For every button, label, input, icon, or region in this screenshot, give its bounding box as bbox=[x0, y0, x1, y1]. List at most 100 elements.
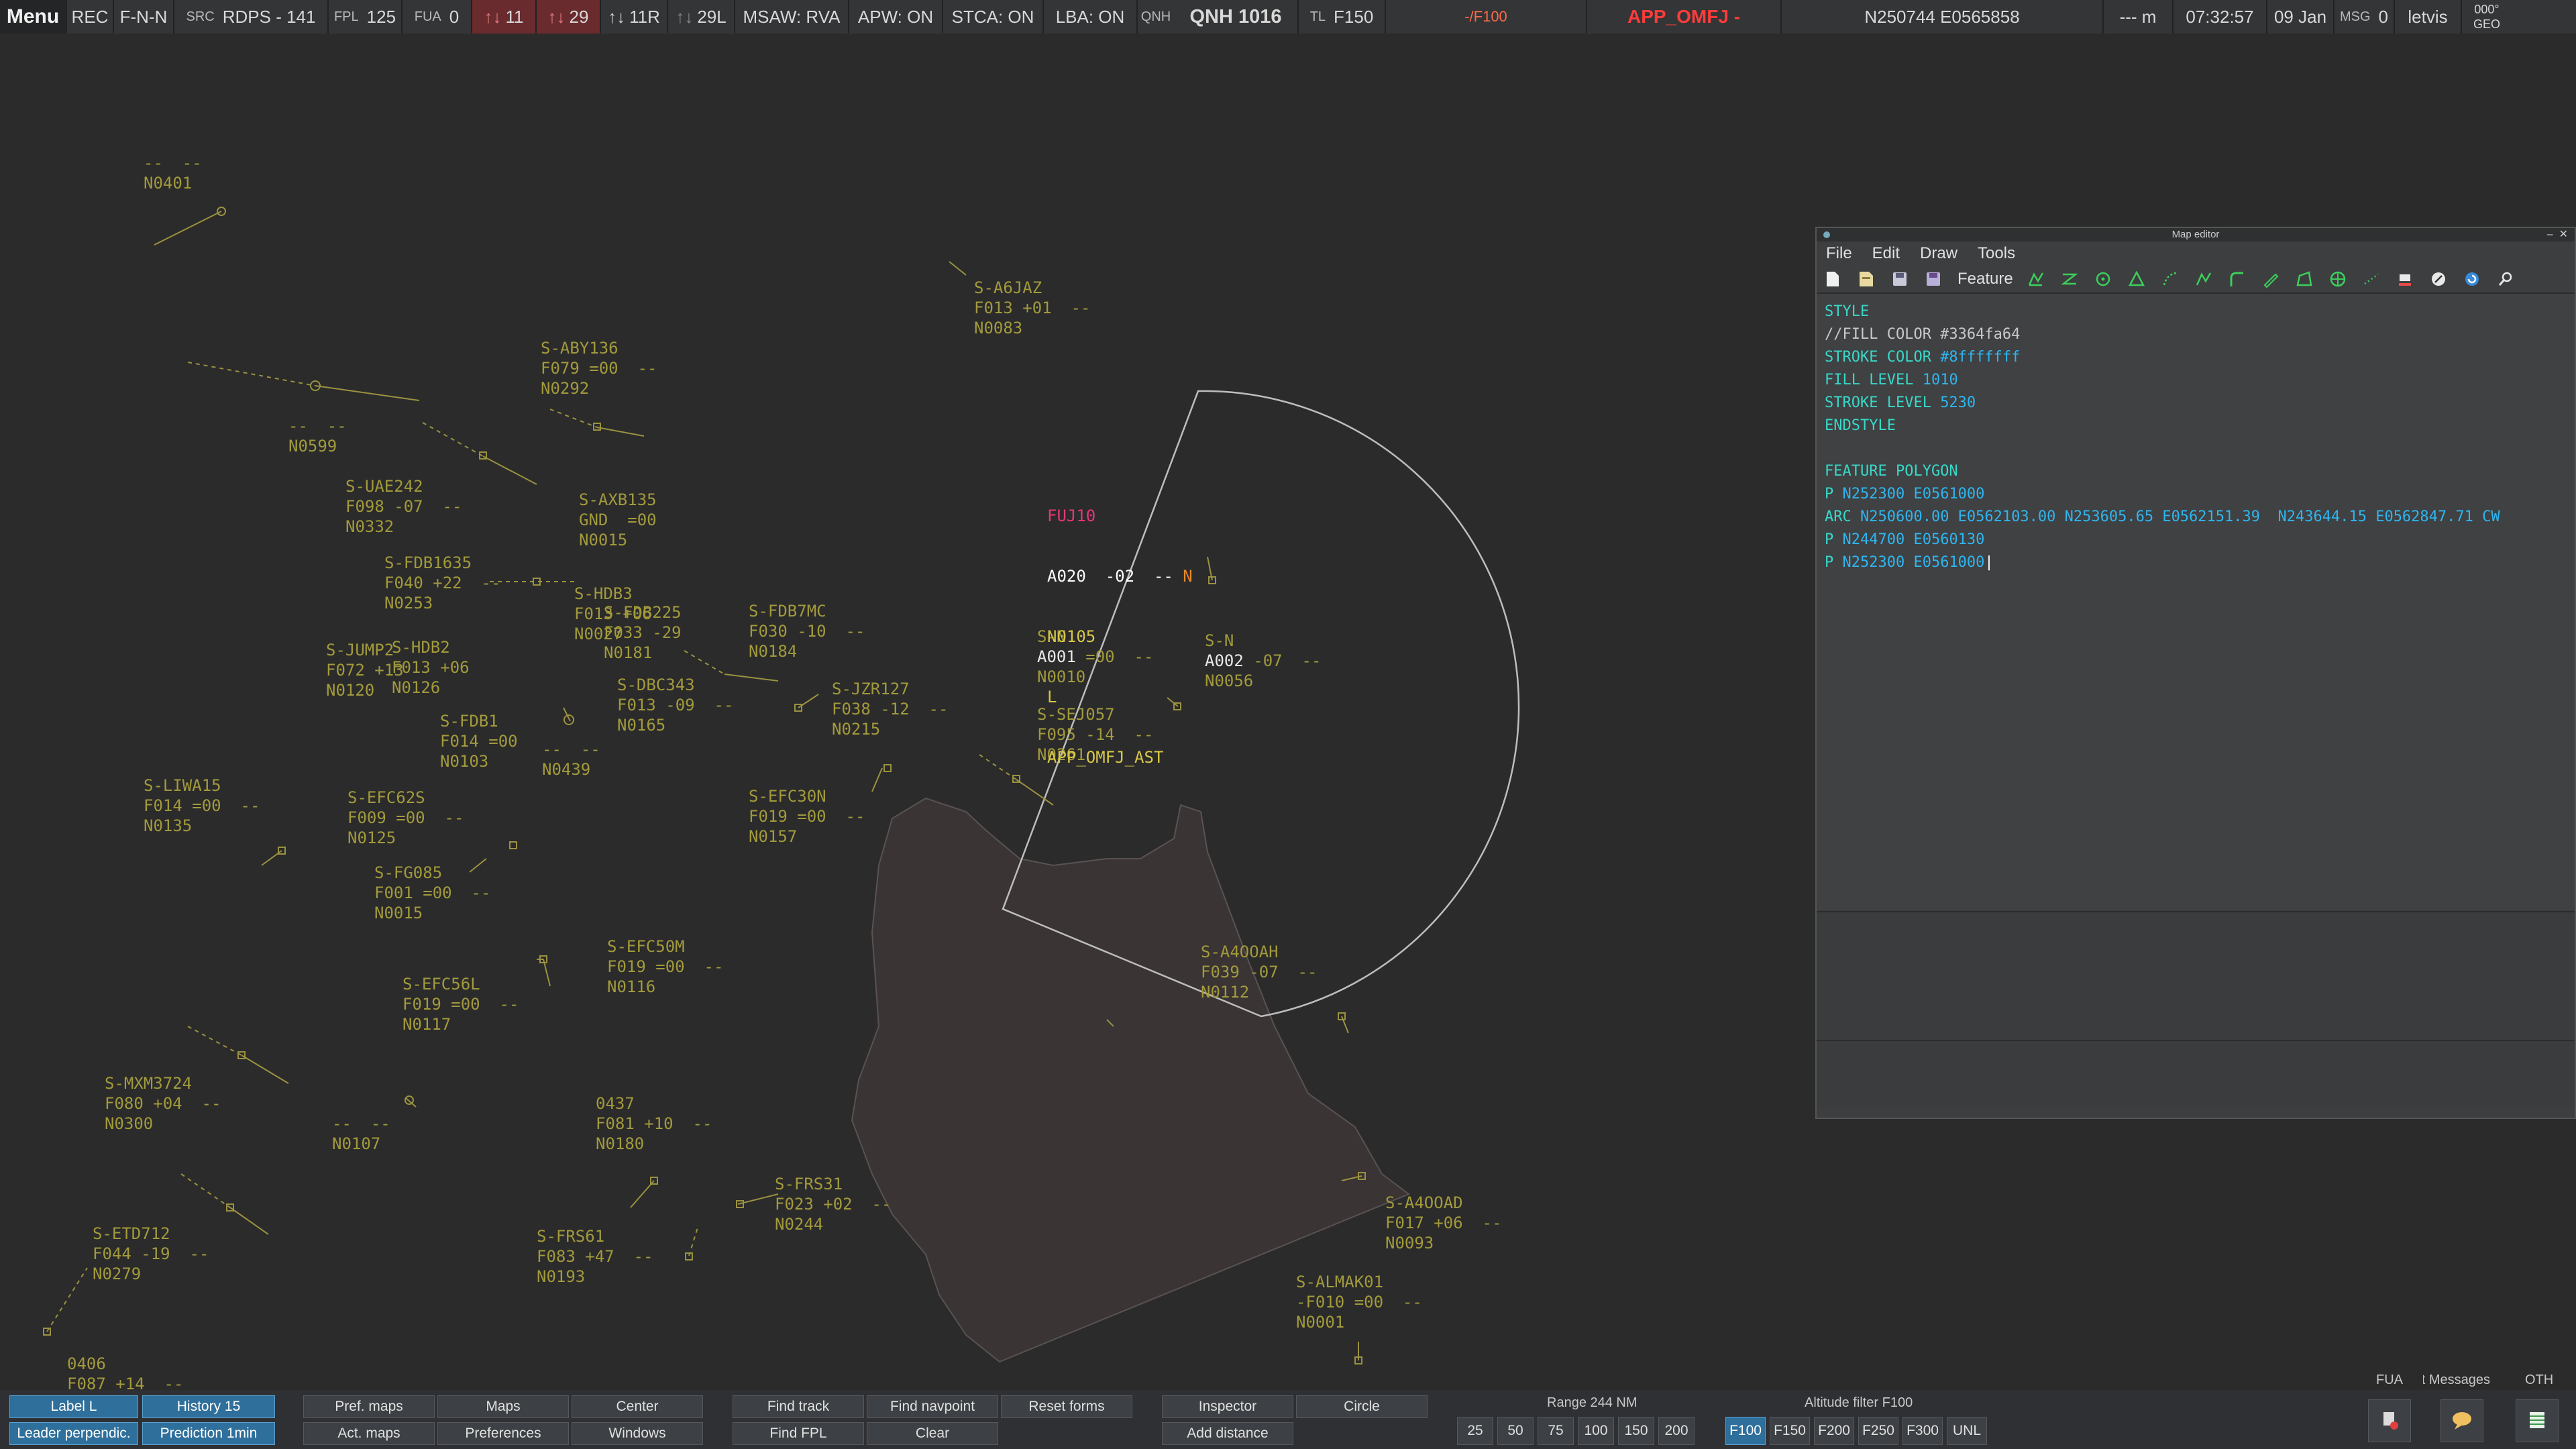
apw-indicator[interactable]: APW: ON bbox=[849, 0, 943, 34]
windows-button[interactable]: Windows bbox=[572, 1422, 703, 1445]
label-l-button[interactable]: Label L bbox=[9, 1395, 138, 1418]
find-fpl-button[interactable]: Find FPL bbox=[733, 1422, 864, 1445]
add-distance-button[interactable]: Add distance bbox=[1162, 1422, 1293, 1445]
open-file-icon[interactable] bbox=[1857, 270, 1876, 288]
shape-icon[interactable] bbox=[2194, 270, 2213, 288]
search-icon[interactable] bbox=[2496, 270, 2515, 288]
departures-counter[interactable]: ↑↓ 29 bbox=[537, 0, 601, 34]
track-label[interactable]: S-ETD712 F044 -19 -- N0279 bbox=[93, 1224, 209, 1284]
preferences-button[interactable]: Preferences bbox=[437, 1422, 569, 1445]
runway-11r-counter[interactable]: ↑↓ 11R bbox=[601, 0, 668, 34]
track-label[interactable]: S-FDB225 F033 -29 N0181 bbox=[604, 602, 682, 663]
transition-level[interactable]: TL F150 bbox=[1299, 0, 1386, 34]
save-icon[interactable] bbox=[1890, 270, 1909, 288]
window-controls[interactable]: – ✕ bbox=[2547, 228, 2568, 241]
range-100-button[interactable]: 100 bbox=[1578, 1417, 1614, 1445]
arc-icon[interactable] bbox=[2161, 270, 2180, 288]
minimize-icon[interactable]: – bbox=[2547, 229, 2553, 240]
track-label[interactable]: S-ABY136 F079 =00 -- N0292 bbox=[541, 338, 657, 398]
pref-maps-button[interactable]: Pref. maps bbox=[303, 1395, 435, 1418]
close-icon[interactable]: ✕ bbox=[2559, 229, 2568, 240]
fnn-indicator[interactable]: F-N-N bbox=[114, 0, 174, 34]
track-label[interactable]: S-DBC343 F013 -09 -- N0165 bbox=[617, 675, 733, 735]
track-label[interactable]: 0437 F081 +10 -- N0180 bbox=[596, 1093, 712, 1154]
map-editor-titlebar[interactable]: Map editor – ✕ bbox=[1817, 228, 2575, 241]
fua-indicator[interactable]: FUA 0 bbox=[402, 0, 472, 34]
triangle-icon[interactable] bbox=[2127, 270, 2146, 288]
orientation-indicator[interactable]: 000° GEO bbox=[2462, 0, 2512, 34]
refresh-icon[interactable] bbox=[2463, 270, 2481, 288]
track-label[interactable]: S-FDB7MC F030 -10 -- N0184 bbox=[749, 601, 865, 661]
runway-29l-counter[interactable]: ↑↓ 29L bbox=[668, 0, 735, 34]
track-label[interactable]: S-FDB1635 F040 +22 -- N0253 bbox=[384, 553, 500, 613]
alt-unl-button[interactable]: UNL bbox=[1947, 1417, 1987, 1445]
track-label[interactable]: S-LIWA15 F014 =00 -- N0135 bbox=[144, 775, 260, 836]
track-label[interactable]: -- -- N0599 bbox=[288, 416, 347, 456]
track-label[interactable]: -- -- N0107 bbox=[332, 1114, 390, 1154]
curve-icon[interactable] bbox=[2228, 270, 2247, 288]
find-navpoint-button[interactable]: Find navpoint bbox=[867, 1395, 998, 1418]
track-label[interactable]: S-FRS61 F083 +47 -- N0193 bbox=[537, 1226, 653, 1287]
new-file-icon[interactable] bbox=[1823, 270, 1842, 288]
map-editor-code[interactable]: STYLE //FILL COLOR #3364fa64 STROKE COLO… bbox=[1817, 294, 2575, 910]
track-label[interactable]: S-HDB2 F013 +06 N0126 bbox=[392, 637, 470, 698]
find-track-button[interactable]: Find track bbox=[733, 1395, 864, 1418]
sector-indicator[interactable]: APP_OMFJ - bbox=[1587, 0, 1782, 34]
zigzag-icon[interactable] bbox=[2060, 270, 2079, 288]
circle-point-icon[interactable] bbox=[2094, 270, 2112, 288]
range-50-button[interactable]: 50 bbox=[1497, 1417, 1534, 1445]
track-label[interactable]: S-A4OOAH F039 -07 -- N0112 bbox=[1201, 942, 1317, 1002]
range-75-button[interactable]: 75 bbox=[1538, 1417, 1574, 1445]
act-maps-button[interactable]: Act. maps bbox=[303, 1422, 435, 1445]
prediction-button[interactable]: Prediction 1min bbox=[142, 1422, 275, 1445]
src-indicator[interactable]: SRC RDPS - 141 bbox=[174, 0, 329, 34]
msg-indicator[interactable]: MSG 0 bbox=[2334, 0, 2395, 34]
save-as-icon[interactable] bbox=[1924, 270, 1943, 288]
track-label[interactable]: S-A4OOAD F017 +06 -- N0093 bbox=[1385, 1193, 1501, 1253]
track-label[interactable]: S-AXB135 GND =00 N0015 bbox=[579, 490, 657, 550]
menu-tools[interactable]: Tools bbox=[1978, 244, 2015, 263]
range-200-button[interactable]: 200 bbox=[1658, 1417, 1695, 1445]
track-a002[interactable]: A002 -07 -- bbox=[1205, 651, 1321, 671]
track-label[interactable]: S-FG085 F001 =00 -- N0015 bbox=[374, 863, 490, 923]
track-label[interactable]: -- -- N0401 bbox=[144, 153, 202, 193]
alt-f300-button[interactable]: F300 bbox=[1902, 1417, 1943, 1445]
center-button[interactable]: Center bbox=[572, 1395, 703, 1418]
track-label[interactable]: S-A6JAZ F013 +01 -- N0083 bbox=[974, 278, 1090, 338]
eraser-icon[interactable] bbox=[2396, 270, 2414, 288]
compass-icon[interactable] bbox=[2429, 270, 2448, 288]
alt-f200-button[interactable]: F200 bbox=[1814, 1417, 1854, 1445]
polygon-icon[interactable] bbox=[2295, 270, 2314, 288]
alt-f150-button[interactable]: F150 bbox=[1770, 1417, 1810, 1445]
map-editor-window[interactable]: Map editor – ✕ File Edit Draw Tools Feat… bbox=[1815, 227, 2576, 1119]
track-label[interactable]: S-FDB1 F014 =00 N0103 bbox=[440, 711, 518, 771]
circle-button[interactable]: Circle bbox=[1296, 1395, 1428, 1418]
menu-file[interactable]: File bbox=[1826, 244, 1852, 263]
leader-perpendicular-button[interactable]: Leader perpendic. bbox=[9, 1422, 138, 1445]
clear-button[interactable]: Clear bbox=[867, 1422, 998, 1445]
track-label[interactable]: S-ALMAK01 -F010 =00 -- N0001 bbox=[1296, 1272, 1422, 1332]
rec-button[interactable]: REC bbox=[67, 0, 114, 34]
oth-button[interactable] bbox=[2516, 1399, 2559, 1442]
fua-button[interactable] bbox=[2368, 1399, 2411, 1442]
track-label[interactable]: S-EFC56L F019 =00 -- N0117 bbox=[402, 974, 519, 1034]
alt-f100-button[interactable]: F100 bbox=[1725, 1417, 1766, 1445]
track-label[interactable]: -- -- N0439 bbox=[542, 739, 600, 780]
reset-forms-button[interactable]: Reset forms bbox=[1001, 1395, 1132, 1418]
track-label[interactable]: S-EFC30N F019 =00 -- N0157 bbox=[749, 786, 865, 847]
stca-indicator[interactable]: STCA: ON bbox=[943, 0, 1044, 34]
lba-indicator[interactable]: LBA: ON bbox=[1044, 0, 1138, 34]
user-indicator[interactable]: letvis bbox=[2395, 0, 2462, 34]
track-label[interactable]: S-EFC50M F019 =00 -- N0116 bbox=[607, 936, 723, 997]
dotted-line-icon[interactable] bbox=[2362, 270, 2381, 288]
flight-level-range[interactable]: -/F100 bbox=[1386, 0, 1587, 34]
track-label[interactable]: S-MXM3724 F080 +04 -- N0300 bbox=[105, 1073, 221, 1134]
track-label[interactable]: S-FRS31 F023 +02 -- N0244 bbox=[775, 1174, 891, 1234]
focused-track-label[interactable]: FUJ10 A020 -02 -- N N0105 L APP_OMFJ_AST bbox=[1047, 466, 1193, 808]
polyline-icon[interactable] bbox=[2027, 270, 2045, 288]
arrivals-counter[interactable]: ↑↓ 11 bbox=[472, 0, 537, 34]
track-label[interactable]: S-JZR127 F038 -12 -- N0215 bbox=[832, 679, 948, 739]
range-25-button[interactable]: 25 bbox=[1457, 1417, 1493, 1445]
globe-icon[interactable] bbox=[2328, 270, 2347, 288]
history-button[interactable]: History 15 bbox=[142, 1395, 275, 1418]
